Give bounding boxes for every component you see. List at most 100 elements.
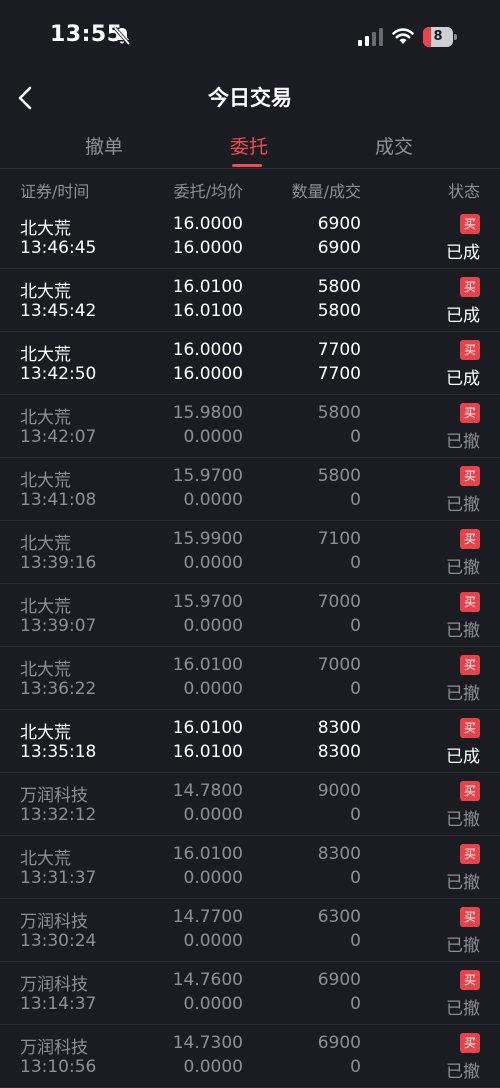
order-time: 13:39:07: [20, 616, 97, 636]
order-quantity: 7000: [317, 655, 361, 675]
order-row[interactable]: 北大荒 13:46:45 16.0000 16.0000 6900 6900 买已成: [0, 206, 500, 269]
order-row[interactable]: 万润科技 13:32:12 14.7800 0.0000 9000 0 买已撤: [0, 773, 500, 836]
order-row[interactable]: 万润科技 13:30:24 14.7700 0.0000 6300 0 买已撤: [0, 899, 500, 962]
order-status: 已撤: [446, 495, 480, 515]
order-status: 已撤: [446, 873, 480, 893]
order-security-name: 北大荒: [20, 408, 71, 428]
order-quantity: 6300: [317, 907, 361, 927]
order-status: 已撤: [446, 558, 480, 578]
order-price: 16.0100: [172, 844, 243, 864]
cellular-signal-icon: [358, 28, 383, 46]
order-security-name: 北大荒: [20, 660, 71, 680]
buy-side-badge: 买: [460, 592, 480, 612]
buy-side-badge: 买: [460, 214, 480, 234]
order-avg-price: 0.0000: [183, 994, 243, 1014]
order-quantity: 8300: [317, 844, 361, 864]
buy-side-badge: 买: [460, 340, 480, 360]
order-security-name: 北大荒: [20, 345, 71, 365]
buy-side-badge: 买: [460, 655, 480, 675]
order-time: 13:42:07: [20, 427, 97, 447]
order-row[interactable]: 北大荒 13:45:42 16.0100 16.0100 5800 5800 买已成: [0, 269, 500, 332]
order-avg-price: 0.0000: [183, 490, 243, 510]
buy-side-badge: 买: [460, 529, 480, 549]
order-security-name: 北大荒: [20, 471, 71, 491]
order-status: 已撤: [446, 1062, 480, 1082]
order-row[interactable]: 北大荒 13:42:50 16.0000 16.0000 7700 7700 买已成: [0, 332, 500, 395]
order-security-name: 北大荒: [20, 219, 71, 239]
order-time: 13:14:37: [20, 994, 97, 1014]
order-row[interactable]: 万润科技 13:14:37 14.7600 0.0000 6900 0 买已撤: [0, 962, 500, 1025]
order-row[interactable]: 北大荒 13:39:07 15.9700 0.0000 7000 0 买已撤: [0, 584, 500, 647]
order-price: 14.7700: [172, 907, 243, 927]
order-filled-quantity: 8300: [317, 742, 361, 762]
order-security-name: 北大荒: [20, 597, 71, 617]
order-avg-price: 0.0000: [183, 868, 243, 888]
order-security-name: 万润科技: [20, 975, 88, 995]
buy-side-badge: 买: [460, 1033, 480, 1053]
order-status: 已成: [446, 369, 480, 389]
order-quantity: 5800: [317, 277, 361, 297]
order-security-name: 万润科技: [20, 786, 88, 806]
order-status: 已撤: [446, 621, 480, 641]
order-avg-price: 16.0100: [172, 301, 243, 321]
order-time: 13:10:56: [20, 1057, 97, 1077]
order-quantity: 8300: [317, 718, 361, 738]
order-row[interactable]: 北大荒 13:39:16 15.9900 0.0000 7100 0 买已撤: [0, 521, 500, 584]
order-avg-price: 0.0000: [183, 553, 243, 573]
order-row[interactable]: 万润科技 13:10:56 14.7300 0.0000 6900 0 买已撤: [0, 1025, 500, 1088]
order-time: 13:39:16: [20, 553, 97, 573]
order-time: 13:31:37: [20, 868, 97, 888]
order-avg-price: 0.0000: [183, 1057, 243, 1077]
order-time: 13:36:22: [20, 679, 97, 699]
order-avg-price: 0.0000: [183, 616, 243, 636]
header-qty-filled: 数量/成交: [291, 182, 361, 201]
order-status: 已撤: [446, 936, 480, 956]
order-avg-price: 16.0100: [172, 742, 243, 762]
order-status: 已撤: [446, 810, 480, 830]
order-filled-quantity: 5800: [317, 301, 361, 321]
order-avg-price: 0.0000: [183, 805, 243, 825]
order-quantity: 6900: [317, 970, 361, 990]
buy-side-badge: 买: [460, 466, 480, 486]
header-security-time: 证券/时间: [20, 182, 90, 201]
order-row[interactable]: 北大荒 13:36:22 16.0100 0.0000 7000 0 买已撤: [0, 647, 500, 710]
page-title: 今日交易: [208, 86, 292, 110]
order-time: 13:45:42: [20, 301, 97, 321]
order-avg-price: 0.0000: [183, 931, 243, 951]
order-price: 14.7300: [172, 1033, 243, 1053]
tab-bar: 撤单 委托 成交: [0, 128, 500, 169]
order-time: 13:42:50: [20, 364, 97, 384]
order-row[interactable]: 北大荒 13:42:07 15.9800 0.0000 5800 0 买已撤: [0, 395, 500, 458]
order-security-name: 万润科技: [20, 912, 88, 932]
order-row[interactable]: 北大荒 13:31:37 16.0100 0.0000 8300 0 买已撤: [0, 836, 500, 899]
order-time: 13:32:12: [20, 805, 97, 825]
order-price: 14.7600: [172, 970, 243, 990]
buy-side-badge: 买: [460, 718, 480, 738]
order-filled-quantity: 6900: [317, 238, 361, 258]
order-filled-quantity: 0: [350, 1057, 361, 1077]
order-filled-quantity: 0: [350, 994, 361, 1014]
order-list: 北大荒 13:46:45 16.0000 16.0000 6900 6900 买已成 北大荒 1…: [0, 206, 500, 1088]
tab-cancel-orders[interactable]: 撤单: [44, 132, 164, 159]
order-security-name: 北大荒: [20, 282, 71, 302]
order-filled-quantity: 0: [350, 679, 361, 699]
order-row[interactable]: 北大荒 13:41:08 15.9700 0.0000 5800 0 买已撤: [0, 458, 500, 521]
header-status: 状态: [447, 182, 480, 201]
order-status: 已撤: [446, 999, 480, 1019]
status-bar: 13:55 8: [0, 0, 500, 70]
tab-orders[interactable]: 委托: [189, 132, 309, 159]
order-avg-price: 16.0000: [172, 238, 243, 258]
order-avg-price: 16.0000: [172, 364, 243, 384]
bell-muted-icon: [113, 26, 131, 46]
tab-trades[interactable]: 成交: [334, 132, 454, 159]
order-price: 14.7800: [172, 781, 243, 801]
order-row[interactable]: 北大荒 13:35:18 16.0100 16.0100 8300 8300 买已成: [0, 710, 500, 773]
order-status: 已成: [446, 747, 480, 767]
order-time: 13:35:18: [20, 742, 97, 762]
nav-bar: 今日交易: [0, 70, 500, 126]
wifi-icon: [392, 28, 414, 44]
order-quantity: 6900: [317, 1033, 361, 1053]
order-filled-quantity: 0: [350, 553, 361, 573]
battery-cap: [454, 34, 457, 40]
order-price: 16.0100: [172, 277, 243, 297]
